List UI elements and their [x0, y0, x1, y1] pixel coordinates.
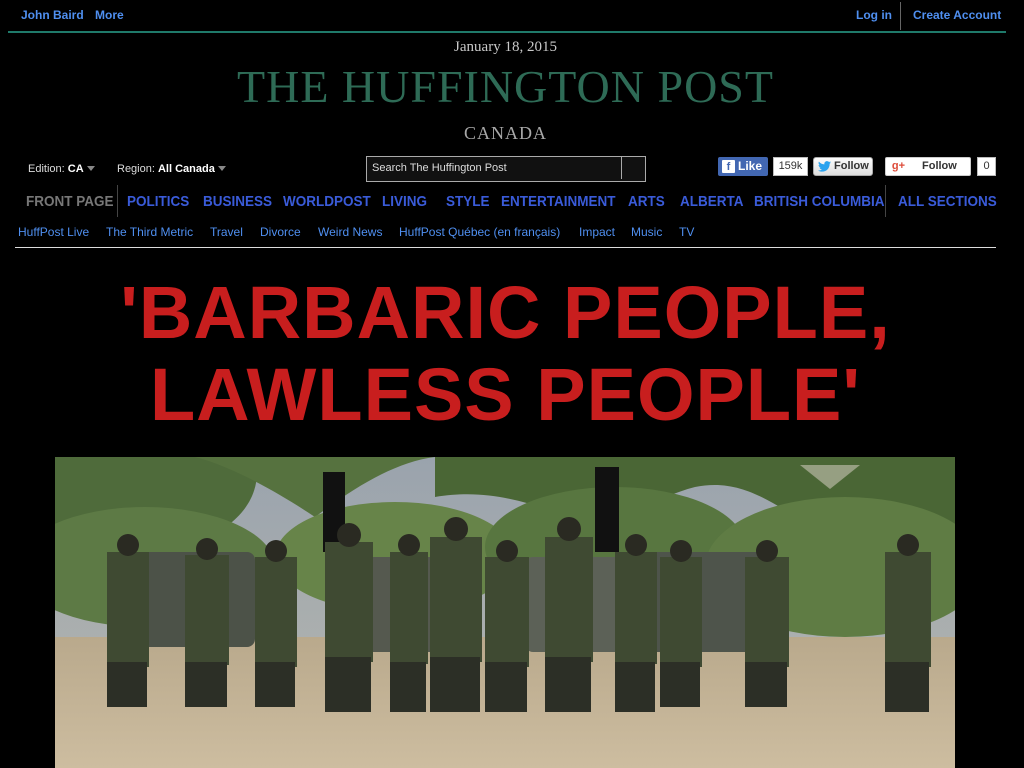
current-date: January 18, 2015 — [454, 39, 557, 55]
nav-divider — [117, 185, 118, 217]
top-bar: John Baird More Log in Create Account — [8, 0, 1006, 33]
subnav-third-metric[interactable]: The Third Metric — [106, 225, 193, 239]
nav-entertainment[interactable]: ENTERTAINMENT — [501, 193, 615, 210]
google-plus-follow-button[interactable]: g+ Follow — [885, 157, 971, 176]
edition-label: Edition: — [28, 163, 65, 175]
facebook-like-button[interactable]: f Like — [718, 157, 768, 176]
subnav-weird-news[interactable]: Weird News — [318, 225, 382, 239]
nav-worldpost[interactable]: WORLDPOST — [283, 193, 371, 210]
site-logo[interactable]: THE HUFFINGTON POST — [0, 60, 1011, 113]
nav-british-columbia[interactable]: BRITISH COLUMBIA — [754, 193, 885, 210]
subnav-huffpost-quebec[interactable]: HuffPost Québec (en français) — [399, 225, 560, 239]
edition-value: CA — [67, 163, 84, 175]
search-button[interactable] — [621, 157, 645, 179]
lead-photo[interactable] — [55, 457, 955, 768]
region-value: All Canada — [157, 163, 215, 175]
more-link[interactable]: More — [95, 8, 124, 22]
edition-selector[interactable]: Edition: CA — [28, 163, 95, 175]
twitter-follow-label: Follow — [834, 160, 869, 172]
twitter-follow-button[interactable]: Follow — [813, 157, 873, 176]
google-plus-icon: g+ — [891, 160, 906, 172]
edition-name: CANADA — [463, 123, 547, 143]
region-selector[interactable]: Region: All Canada — [117, 163, 226, 175]
subnav-impact[interactable]: Impact — [579, 225, 615, 239]
region-label: Region: — [117, 163, 155, 175]
chevron-down-icon — [217, 166, 226, 171]
nav-divider — [885, 185, 886, 217]
nav-business[interactable]: BUSINESS — [203, 193, 272, 210]
twitter-bird-icon — [818, 161, 831, 172]
nav-all-sections[interactable]: ALL SECTIONS — [898, 193, 997, 210]
main-navigation: FRONT PAGE POLITICS BUSINESS WORLDPOST L… — [0, 193, 1011, 215]
login-link[interactable]: Log in — [856, 8, 892, 22]
subnav-divorce[interactable]: Divorce — [260, 225, 301, 239]
subnav-huffpost-live[interactable]: HuffPost Live — [18, 225, 89, 239]
lead-photo-image — [55, 457, 955, 768]
nav-politics[interactable]: POLITICS — [127, 193, 189, 210]
nav-arts[interactable]: ARTS — [628, 193, 665, 210]
nav-style[interactable]: STYLE — [446, 193, 490, 210]
nav-alberta[interactable]: ALBERTA — [680, 193, 743, 210]
nav-living[interactable]: LIVING — [382, 193, 427, 210]
main-headline[interactable]: 'BARBARIC PEOPLE, LAWLESS PEOPLE' — [0, 272, 1011, 436]
facebook-like-count: 159k — [773, 157, 808, 176]
google-plus-follow-label: Follow — [922, 160, 957, 172]
nav-front-page[interactable]: FRONT PAGE — [26, 193, 114, 210]
search-input[interactable] — [367, 157, 619, 179]
divider — [15, 247, 996, 248]
facebook-like-label: Like — [738, 159, 763, 173]
search-box — [366, 156, 646, 182]
google-plus-count: 0 — [977, 157, 996, 176]
subnav-travel[interactable]: Travel — [210, 225, 243, 239]
headline-line-2: LAWLESS PEOPLE' — [149, 353, 862, 436]
topbar-divider — [900, 2, 901, 30]
subnav-music[interactable]: Music — [631, 225, 662, 239]
user-name-link[interactable]: John Baird — [21, 8, 84, 22]
subnav-tv[interactable]: TV — [679, 225, 694, 239]
headline-line-1: 'BARBARIC PEOPLE, — [120, 271, 891, 354]
facebook-icon: f — [722, 160, 735, 173]
chevron-down-icon — [86, 166, 95, 171]
create-account-link[interactable]: Create Account — [913, 8, 1001, 22]
